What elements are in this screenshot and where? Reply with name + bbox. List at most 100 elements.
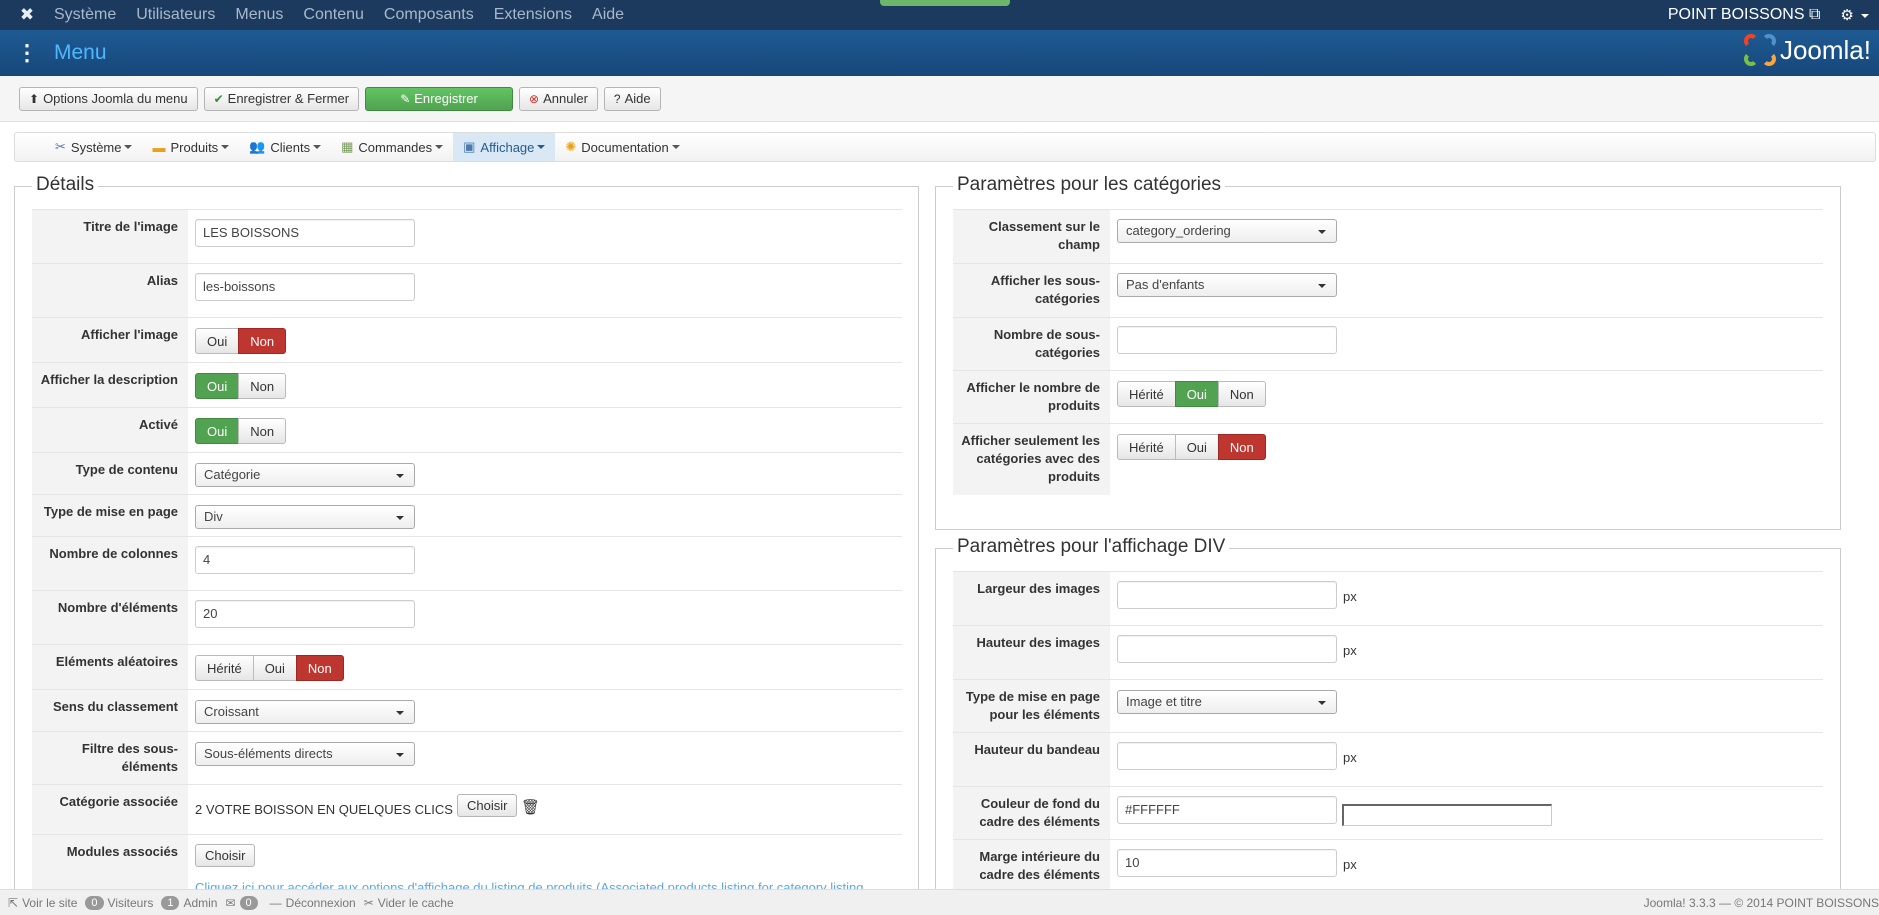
edit-icon: ✎: [400, 91, 411, 106]
label-nombre-colonnes: Nombre de colonnes: [32, 537, 188, 590]
afficher-description-toggle: Oui Non: [195, 373, 287, 399]
status-bar: ⇱ Voir le site 0 Visiteurs 1 Admin ✉ 0 — Déco…: [0, 889, 1879, 915]
users-icon: 👥: [249, 139, 266, 154]
joomla-icon[interactable]: ✖: [0, 5, 54, 25]
help-button[interactable]: ? Aide: [603, 86, 661, 111]
menu-composants[interactable]: Composants: [384, 6, 474, 24]
menu-aide[interactable]: Aide: [592, 6, 624, 24]
label-afficher-sous-categories: Afficher les sous-catégories: [953, 264, 1110, 317]
submenu-affichage[interactable]: ▣ Affichage: [453, 133, 556, 161]
submenu-clients-label: Clients: [270, 139, 311, 155]
deconnexion-link[interactable]: — Déconnexion: [270, 896, 356, 910]
titre-image-input[interactable]: LES BOISSONS: [195, 219, 415, 247]
version-text: Joomla! 3.3.3 — © 2014 POINT BOISSONS: [1643, 895, 1879, 910]
site-link[interactable]: POINT BOISSONS ⧉: [1668, 6, 1821, 24]
label-nombre-sous-categories: Nombre de sous-catégories: [953, 318, 1110, 370]
submenu-commandes-label: Commandes: [358, 139, 433, 155]
submenu-commandes[interactable]: ▦ Commandes: [331, 133, 453, 161]
afficher-seulement-herite[interactable]: Hérité: [1117, 434, 1176, 460]
menu-menus[interactable]: Menus: [235, 6, 283, 24]
nombre-colonnes-input[interactable]: 4: [195, 546, 415, 574]
row-nombre-elements: Nombre d'éléments 20: [32, 590, 902, 644]
joomla-logo-text: Joomla!: [1779, 34, 1871, 65]
affichage-options-link[interactable]: Cliquez ici pour accéder aux options d'a…: [195, 880, 864, 889]
row-active: Activé Oui Non: [32, 407, 902, 452]
afficher-image-non[interactable]: Non: [238, 328, 287, 354]
toolbar: ⬆ Options Joomla du menu ✔ Enregistrer & F…: [0, 76, 1879, 122]
afficher-sous-categories-select[interactable]: Pas d'enfants: [1117, 273, 1337, 297]
alias-input[interactable]: les-boissons: [195, 273, 415, 301]
filtre-sous-elements-value: Sous-éléments directs: [204, 746, 333, 761]
color-preview-swatch[interactable]: [1342, 804, 1552, 826]
elements-aleatoires-herite[interactable]: Hérité: [195, 655, 254, 681]
div-legend: Paramètres pour l'affichage DIV: [953, 536, 1230, 558]
nombre-elements-input[interactable]: 20: [195, 600, 415, 628]
save-close-label: Enregistrer & Fermer: [227, 91, 350, 106]
afficher-seulement-non[interactable]: Non: [1217, 434, 1266, 460]
help-label: Aide: [624, 91, 651, 106]
row-afficher-image: Afficher l'image Oui Non: [32, 317, 902, 362]
voir-site-link[interactable]: ⇱ Voir le site: [8, 896, 77, 910]
type-mise-en-page-elements-select[interactable]: Image et titre: [1117, 690, 1337, 714]
joomla-logo-icon: [1743, 34, 1776, 66]
type-mise-en-page-value: Div: [204, 509, 223, 524]
sens-classement-select[interactable]: Croissant: [195, 700, 415, 724]
menu-toggle-icon[interactable]: ⋮: [0, 40, 54, 66]
visiteurs-label: Visiteurs: [107, 895, 154, 910]
menu-utilisateurs[interactable]: Utilisateurs: [136, 6, 215, 24]
menu-contenu[interactable]: Contenu: [303, 6, 364, 24]
categorie-choisir-label: Choisir: [467, 798, 508, 813]
type-contenu-select[interactable]: Catégorie: [195, 463, 415, 487]
elements-aleatoires-non[interactable]: Non: [295, 655, 344, 681]
afficher-nombre-produits-oui[interactable]: Oui: [1174, 381, 1219, 407]
row-categorie-associee: Catégorie associée 2 VOTRE BOISSON EN QU…: [32, 784, 902, 834]
row-sens-classement: Sens du classement Croissant: [32, 689, 902, 731]
modules-choisir-button[interactable]: Choisir: [195, 844, 256, 867]
elements-aleatoires-oui[interactable]: Oui: [252, 655, 297, 681]
afficher-image-oui[interactable]: Oui: [195, 328, 240, 354]
cancel-icon: ⊗: [529, 91, 540, 106]
label-active: Activé: [32, 408, 188, 452]
menu-systeme[interactable]: Système: [54, 6, 116, 24]
save-close-button[interactable]: ✔ Enregistrer & Fermer: [203, 86, 360, 111]
afficher-nombre-produits-herite[interactable]: Hérité: [1117, 381, 1176, 407]
active-oui[interactable]: Oui: [195, 418, 240, 444]
check-icon: ✔: [213, 91, 224, 106]
row-elements-aleatoires: Eléments aléatoires Hérité Oui Non: [32, 644, 902, 689]
type-mise-en-page-select[interactable]: Div: [195, 505, 415, 529]
classement-select[interactable]: category_ordering: [1117, 219, 1337, 243]
save-button[interactable]: ✎ Enregistrer: [365, 86, 514, 111]
hauteur-bandeau-input[interactable]: [1117, 742, 1337, 770]
trash-icon[interactable]: 🗑: [521, 798, 540, 816]
hauteur-images-input[interactable]: [1117, 635, 1337, 663]
gear-icon[interactable]: ⚙: [1840, 6, 1869, 24]
row-nombre-sous-categories: Nombre de sous-catégories: [953, 317, 1823, 370]
active-non[interactable]: Non: [238, 418, 287, 444]
submenu-documentation[interactable]: ✺ Documentation: [555, 133, 689, 161]
modules-choisir-label: Choisir: [205, 848, 246, 863]
afficher-seulement-oui[interactable]: Oui: [1174, 434, 1219, 460]
label-elements-aleatoires: Eléments aléatoires: [32, 645, 188, 689]
submenu-clients[interactable]: 👥 Clients: [239, 133, 331, 161]
marge-interieure-input[interactable]: 10: [1117, 849, 1337, 877]
menu-extensions[interactable]: Extensions: [494, 6, 572, 24]
submenu-systeme[interactable]: ✂ Système: [45, 133, 142, 161]
submenu-produits[interactable]: ▬ Produits: [142, 133, 239, 161]
messages-status[interactable]: ✉ 0: [225, 895, 261, 910]
filtre-sous-elements-select[interactable]: Sous-éléments directs: [195, 742, 415, 766]
couleur-fond-input[interactable]: #FFFFFF: [1117, 796, 1337, 824]
categorie-choisir-button[interactable]: Choisir: [457, 794, 518, 817]
submenu-affichage-label: Affichage: [480, 139, 535, 155]
afficher-description-oui[interactable]: Oui: [195, 373, 240, 399]
options-button[interactable]: ⬆ Options Joomla du menu: [19, 86, 198, 111]
row-nombre-colonnes: Nombre de colonnes 4: [32, 536, 902, 590]
nombre-sous-categories-input[interactable]: [1117, 326, 1337, 354]
row-marge-interieure: Marge intérieure du cadre des éléments 1…: [953, 839, 1823, 889]
vider-cache-link[interactable]: ✂ Vider le cache: [364, 896, 454, 910]
afficher-description-non[interactable]: Non: [238, 373, 287, 399]
afficher-nombre-produits-non[interactable]: Non: [1217, 381, 1266, 407]
label-nombre-elements: Nombre d'éléments: [32, 591, 188, 644]
cancel-button[interactable]: ⊗ Annuler: [519, 86, 598, 111]
largeur-images-input[interactable]: [1117, 581, 1337, 609]
hauteur-bandeau-unit: px: [1343, 750, 1357, 765]
